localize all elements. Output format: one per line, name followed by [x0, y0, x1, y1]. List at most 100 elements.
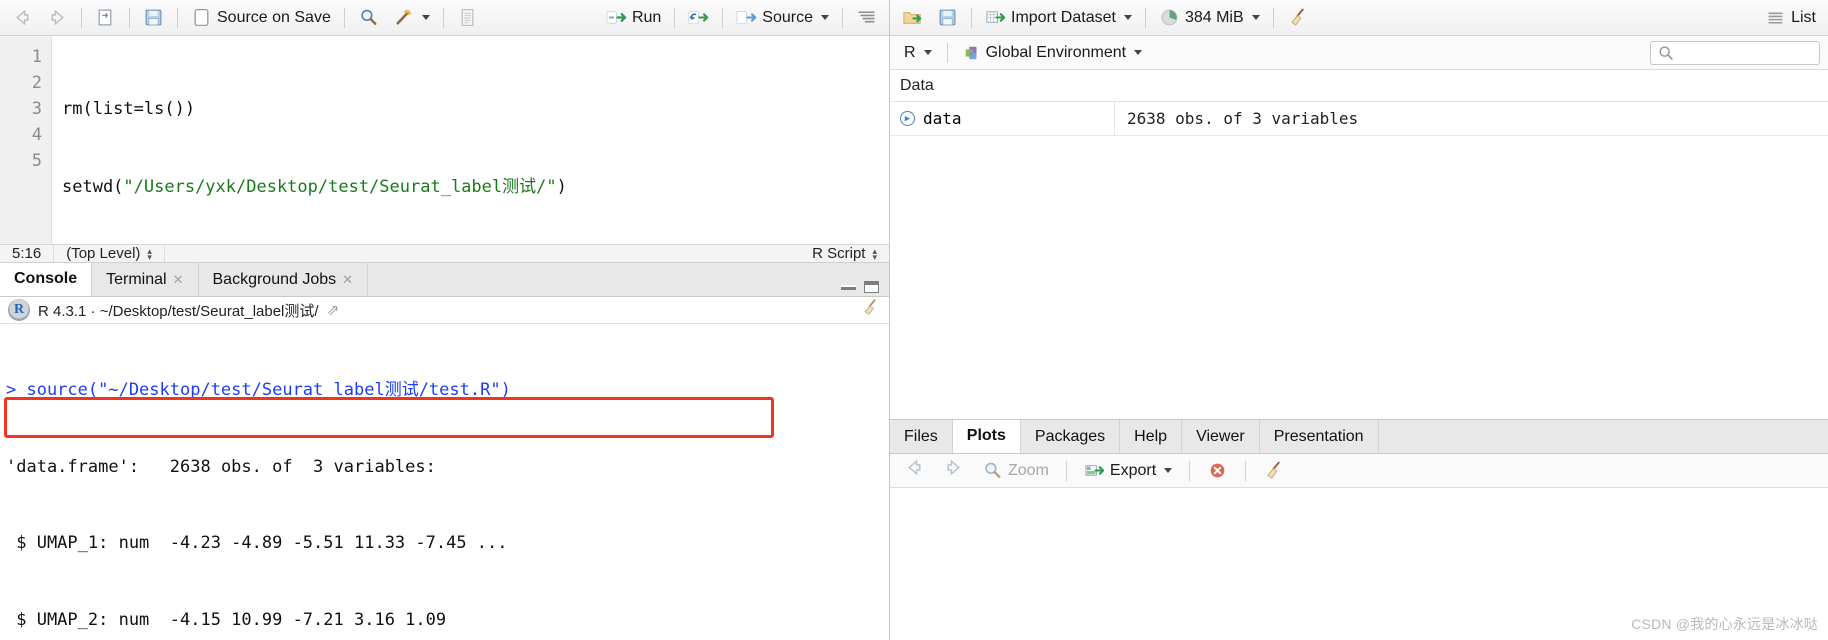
- source-label: Source: [762, 8, 813, 26]
- variable-name: data: [923, 109, 962, 128]
- chevron-down-icon[interactable]: [421, 15, 430, 20]
- list-view-label: List: [1791, 8, 1816, 26]
- chevron-down-icon[interactable]: [1251, 15, 1260, 20]
- code-line-1: rm(list=ls()): [62, 99, 196, 119]
- chevron-updown-icon[interactable]: ▴ ▾: [147, 246, 152, 261]
- tab-label: Packages: [1034, 427, 1106, 445]
- rerun-icon[interactable]: [682, 5, 715, 31]
- tab-help[interactable]: Help: [1120, 420, 1183, 453]
- import-dataset-label: Import Dataset: [1011, 8, 1116, 26]
- console-output[interactable]: > source("~/Desktop/test/Seurat_label测试/…: [0, 324, 889, 640]
- minimize-icon[interactable]: [841, 284, 856, 290]
- toolbar-divider: [1144, 7, 1146, 28]
- expand-icon[interactable]: ▶: [900, 111, 915, 126]
- code-text-area[interactable]: rm(list=ls()) setwd("/Users/yxk/Desktop/…: [52, 36, 889, 244]
- search-icon[interactable]: [352, 5, 385, 31]
- save-icon[interactable]: [137, 5, 170, 31]
- line-number: 5: [31, 151, 42, 171]
- code-tools-icon[interactable]: [387, 5, 436, 31]
- clear-environment-icon[interactable]: [1281, 5, 1314, 31]
- variable-value: 2638 obs. of 3 variables: [1127, 109, 1359, 128]
- table-row[interactable]: ▶ data 2638 obs. of 3 variables: [890, 102, 1828, 136]
- list-view-button[interactable]: List: [1759, 5, 1822, 31]
- export-button[interactable]: Export: [1078, 458, 1178, 484]
- console-session-header: R R 4.3.1 · ~/Desktop/test/Seurat_label测…: [0, 297, 889, 324]
- tab-label: Background Jobs: [212, 270, 337, 288]
- close-icon[interactable]: ✕: [173, 272, 184, 288]
- chevron-down-icon[interactable]: [1164, 468, 1173, 473]
- toolbar-divider: [842, 7, 843, 28]
- back-arrow-icon[interactable]: [898, 457, 931, 484]
- plots-tabstrip: Files Plots Packages Help Viewer Present…: [890, 420, 1828, 454]
- environment-table: ▶ data 2638 obs. of 3 variables: [890, 102, 1828, 419]
- tab-files[interactable]: Files: [890, 420, 953, 453]
- chevron-down-icon[interactable]: [821, 15, 829, 20]
- compile-report-icon[interactable]: [451, 5, 484, 31]
- save-workspace-icon[interactable]: [931, 5, 964, 31]
- cursor-position: 5:16: [0, 245, 55, 262]
- tab-label: Plots: [966, 427, 1006, 444]
- tab-viewer[interactable]: Viewer: [1182, 420, 1260, 453]
- toolbar-divider: [946, 42, 948, 63]
- open-folder-icon[interactable]: [896, 5, 929, 31]
- zoom-icon: [985, 462, 1001, 478]
- memory-usage-button[interactable]: 384 MiB: [1153, 5, 1266, 31]
- r-version-path: R 4.3.1 · ~/Desktop/test/Seurat_label测试/: [38, 302, 319, 320]
- chevron-down-icon[interactable]: [923, 50, 932, 55]
- document-outline-icon[interactable]: [850, 5, 883, 31]
- scope-selector[interactable]: (Top Level) ▴ ▾: [54, 245, 165, 262]
- tab-terminal[interactable]: Terminal ✕: [92, 263, 199, 296]
- zoom-label: Zoom: [1008, 461, 1049, 479]
- tab-plots[interactable]: Plots: [952, 420, 1021, 453]
- toolbar-divider: [81, 7, 82, 28]
- tab-label: Files: [904, 427, 938, 445]
- run-button[interactable]: Run: [600, 5, 667, 31]
- toolbar-divider: [177, 7, 178, 28]
- variable-name-cell[interactable]: ▶ data: [890, 102, 1115, 135]
- chevron-updown-icon[interactable]: ▴ ▾: [872, 246, 877, 261]
- tab-background-jobs[interactable]: Background Jobs ✕: [199, 263, 369, 296]
- broom-icon[interactable]: [860, 297, 881, 323]
- source-on-save-checkbox[interactable]: Source on Save: [185, 5, 337, 31]
- tab-packages[interactable]: Packages: [1021, 420, 1121, 453]
- environment-search-input[interactable]: [1650, 40, 1820, 65]
- forward-arrow-icon[interactable]: [937, 457, 970, 484]
- remove-plot-icon[interactable]: [1201, 458, 1234, 484]
- clear-all-plots-icon[interactable]: [1257, 458, 1290, 484]
- tab-console[interactable]: Console: [0, 263, 93, 296]
- language-label: R: [904, 43, 916, 61]
- export-icon: [1085, 465, 1105, 476]
- console-line: $ UMAP_1: num -4.23 -4.89 -5.51 11.33 -7…: [6, 533, 508, 553]
- console-line: 'data.frame': 2638 obs. of 3 variables:: [6, 456, 436, 477]
- line-number: 2: [31, 73, 42, 93]
- toolbar-divider: [674, 7, 676, 28]
- forward-arrow-icon[interactable]: [41, 5, 74, 31]
- language-selector[interactable]: R: [898, 40, 938, 66]
- line-number-gutter: 1 2 3 4 5: [0, 36, 52, 244]
- right-column: Import Dataset 384 MiB List R Global Env…: [890, 0, 1828, 640]
- show-in-new-window-icon[interactable]: [89, 5, 122, 31]
- console-pane: Console Terminal ✕ Background Jobs ✕ R R…: [0, 263, 889, 640]
- code-editor[interactable]: 1 2 3 4 5 rm(list=ls()) setwd("/Users/yx…: [0, 36, 889, 244]
- global-environment-selector[interactable]: Global Environment: [957, 40, 1149, 66]
- back-arrow-icon[interactable]: [6, 5, 39, 31]
- import-dataset-button[interactable]: Import Dataset: [979, 5, 1138, 31]
- chevron-down-icon[interactable]: [1134, 50, 1143, 55]
- source-button[interactable]: Source: [730, 5, 835, 31]
- file-type-selector[interactable]: R Script ▴ ▾: [800, 245, 889, 262]
- memory-usage-label: 384 MiB: [1184, 8, 1244, 26]
- toolbar-divider: [1245, 460, 1247, 481]
- close-icon[interactable]: ✕: [342, 272, 353, 288]
- chevron-down-icon[interactable]: [1123, 15, 1132, 20]
- maximize-icon[interactable]: [864, 281, 879, 293]
- console-tabstrip: Console Terminal ✕ Background Jobs ✕: [0, 263, 889, 297]
- editor-status-bar: 5:16 (Top Level) ▴ ▾ R Script ▴ ▾: [0, 244, 889, 263]
- tab-label: Console: [14, 270, 78, 287]
- tab-label: Terminal: [106, 270, 167, 288]
- tab-presentation[interactable]: Presentation: [1260, 420, 1379, 453]
- tab-label: Viewer: [1196, 427, 1245, 445]
- zoom-button[interactable]: Zoom: [976, 458, 1055, 484]
- search-icon: [1659, 45, 1673, 60]
- toolbar-divider: [1272, 7, 1274, 28]
- open-in-new-window-icon[interactable]: ⇗: [327, 301, 340, 319]
